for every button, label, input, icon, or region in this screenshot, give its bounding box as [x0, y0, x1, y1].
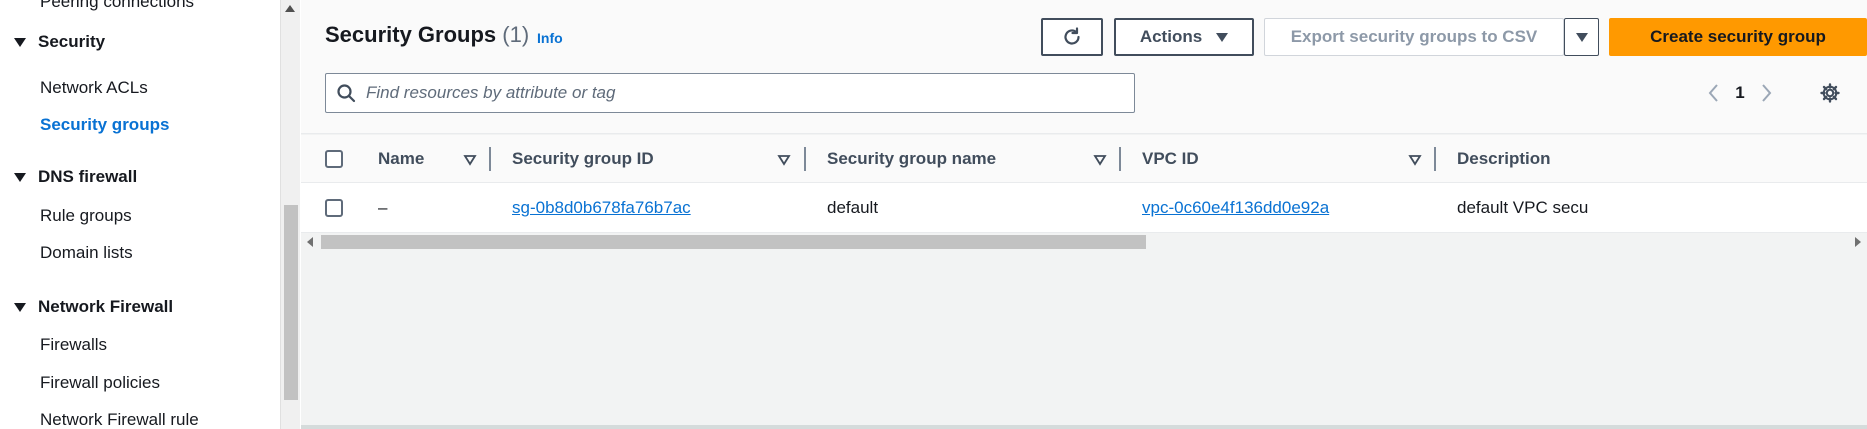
export-csv-button[interactable]: Export security groups to CSV — [1264, 18, 1564, 56]
page-title: Security Groups (1) — [325, 22, 529, 48]
create-security-group-button[interactable]: Create security group — [1609, 18, 1867, 56]
caret-down-icon — [1575, 32, 1588, 42]
page-title-text: Security Groups — [325, 22, 497, 47]
column-header-name[interactable]: Name — [378, 135, 424, 183]
scrollbar-thumb[interactable] — [321, 235, 1146, 249]
current-page[interactable]: 1 — [1727, 83, 1753, 103]
sidebar-item-network-acls[interactable]: Network ACLs — [40, 78, 148, 98]
column-header-security-group-name[interactable]: Security group name — [827, 135, 996, 183]
search-field[interactable] — [325, 73, 1135, 113]
sort-icon[interactable] — [1408, 153, 1422, 167]
caret-down-icon — [14, 37, 26, 47]
gear-icon[interactable] — [1817, 80, 1843, 106]
sidebar-item-domain-lists[interactable]: Domain lists — [40, 243, 133, 263]
scroll-up-icon[interactable] — [285, 5, 295, 12]
cell-vpc-id-link[interactable]: vpc-0c60e4f136dd0e92a — [1142, 183, 1329, 233]
sort-icon[interactable] — [777, 153, 791, 167]
sidebar-scrollbar[interactable] — [280, 0, 300, 429]
cell-security-group-id-link[interactable]: sg-0b8d0b678fa76b7ac — [512, 183, 691, 233]
security-groups-panel: Security Groups (1) Info Actions Export … — [301, 0, 1867, 425]
cell-security-group-name: default — [827, 198, 879, 217]
caret-down-icon — [14, 302, 26, 312]
sidebar: Peering connections Security Network ACL… — [0, 0, 280, 429]
column-header-description[interactable]: Description — [1457, 135, 1551, 183]
actions-button[interactable]: Actions — [1114, 18, 1254, 56]
column-resizer[interactable] — [804, 147, 806, 171]
column-resizer[interactable] — [1119, 147, 1121, 171]
sidebar-item-network-firewall-rule[interactable]: Network Firewall rule — [40, 410, 199, 429]
sort-icon[interactable] — [1093, 153, 1107, 167]
sidebar-item-firewalls[interactable]: Firewalls — [40, 335, 107, 355]
refresh-button[interactable] — [1041, 18, 1103, 56]
select-all-checkbox[interactable] — [325, 150, 343, 168]
sidebar-section-dns-firewall[interactable]: DNS firewall — [14, 167, 137, 187]
pagination: 1 — [1701, 80, 1779, 106]
refresh-icon — [1064, 27, 1080, 45]
scroll-left-icon[interactable] — [307, 237, 313, 247]
table-row[interactable]: – sg-0b8d0b678fa76b7ac default vpc-0c60e… — [301, 183, 1867, 233]
horizontal-scrollbar[interactable] — [301, 233, 1867, 251]
column-header-security-group-id[interactable]: Security group ID — [512, 135, 654, 183]
cell-name: – — [378, 198, 388, 217]
column-resizer[interactable] — [489, 147, 491, 171]
scrollbar-thumb[interactable] — [284, 205, 298, 400]
chevron-right-icon[interactable] — [1753, 80, 1779, 106]
table-header: Name Security group ID Security group na… — [301, 135, 1867, 183]
sidebar-section-label: Security — [38, 32, 106, 51]
divider — [301, 425, 1867, 429]
info-link[interactable]: Info — [537, 30, 563, 46]
sidebar-section-security[interactable]: Security — [14, 32, 105, 52]
app-root: Peering connections Security Network ACL… — [0, 0, 1867, 429]
sidebar-section-label: DNS firewall — [38, 167, 138, 186]
panel-header: Security Groups (1) Info Actions Export … — [301, 0, 1867, 134]
item-count: (1) — [502, 22, 530, 47]
actions-label: Actions — [1139, 27, 1203, 46]
main-content: Security Groups (1) Info Actions Export … — [301, 0, 1867, 429]
export-csv-label: Export security groups to CSV — [1290, 27, 1538, 46]
create-security-group-label: Create security group — [1650, 27, 1826, 46]
sort-icon[interactable] — [463, 153, 477, 167]
scroll-right-icon[interactable] — [1855, 237, 1861, 247]
sidebar-item-peering-connections[interactable]: Peering connections — [40, 0, 194, 12]
column-header-vpc-id[interactable]: VPC ID — [1142, 135, 1199, 183]
search-icon — [326, 83, 366, 103]
search-input[interactable] — [366, 83, 1106, 103]
cell-description: default VPC secu — [1457, 198, 1589, 217]
caret-down-icon — [14, 172, 26, 182]
row-checkbox[interactable] — [325, 199, 343, 217]
caret-down-icon — [1216, 32, 1229, 42]
sidebar-section-network-firewall[interactable]: Network Firewall — [14, 297, 173, 317]
sidebar-item-rule-groups[interactable]: Rule groups — [40, 206, 132, 226]
sidebar-section-label: Network Firewall — [38, 297, 174, 316]
export-dropdown-button[interactable] — [1564, 18, 1599, 56]
chevron-left-icon[interactable] — [1701, 80, 1727, 106]
sidebar-item-firewall-policies[interactable]: Firewall policies — [40, 373, 160, 393]
sidebar-item-security-groups[interactable]: Security groups — [40, 115, 169, 135]
column-resizer[interactable] — [1434, 147, 1436, 171]
